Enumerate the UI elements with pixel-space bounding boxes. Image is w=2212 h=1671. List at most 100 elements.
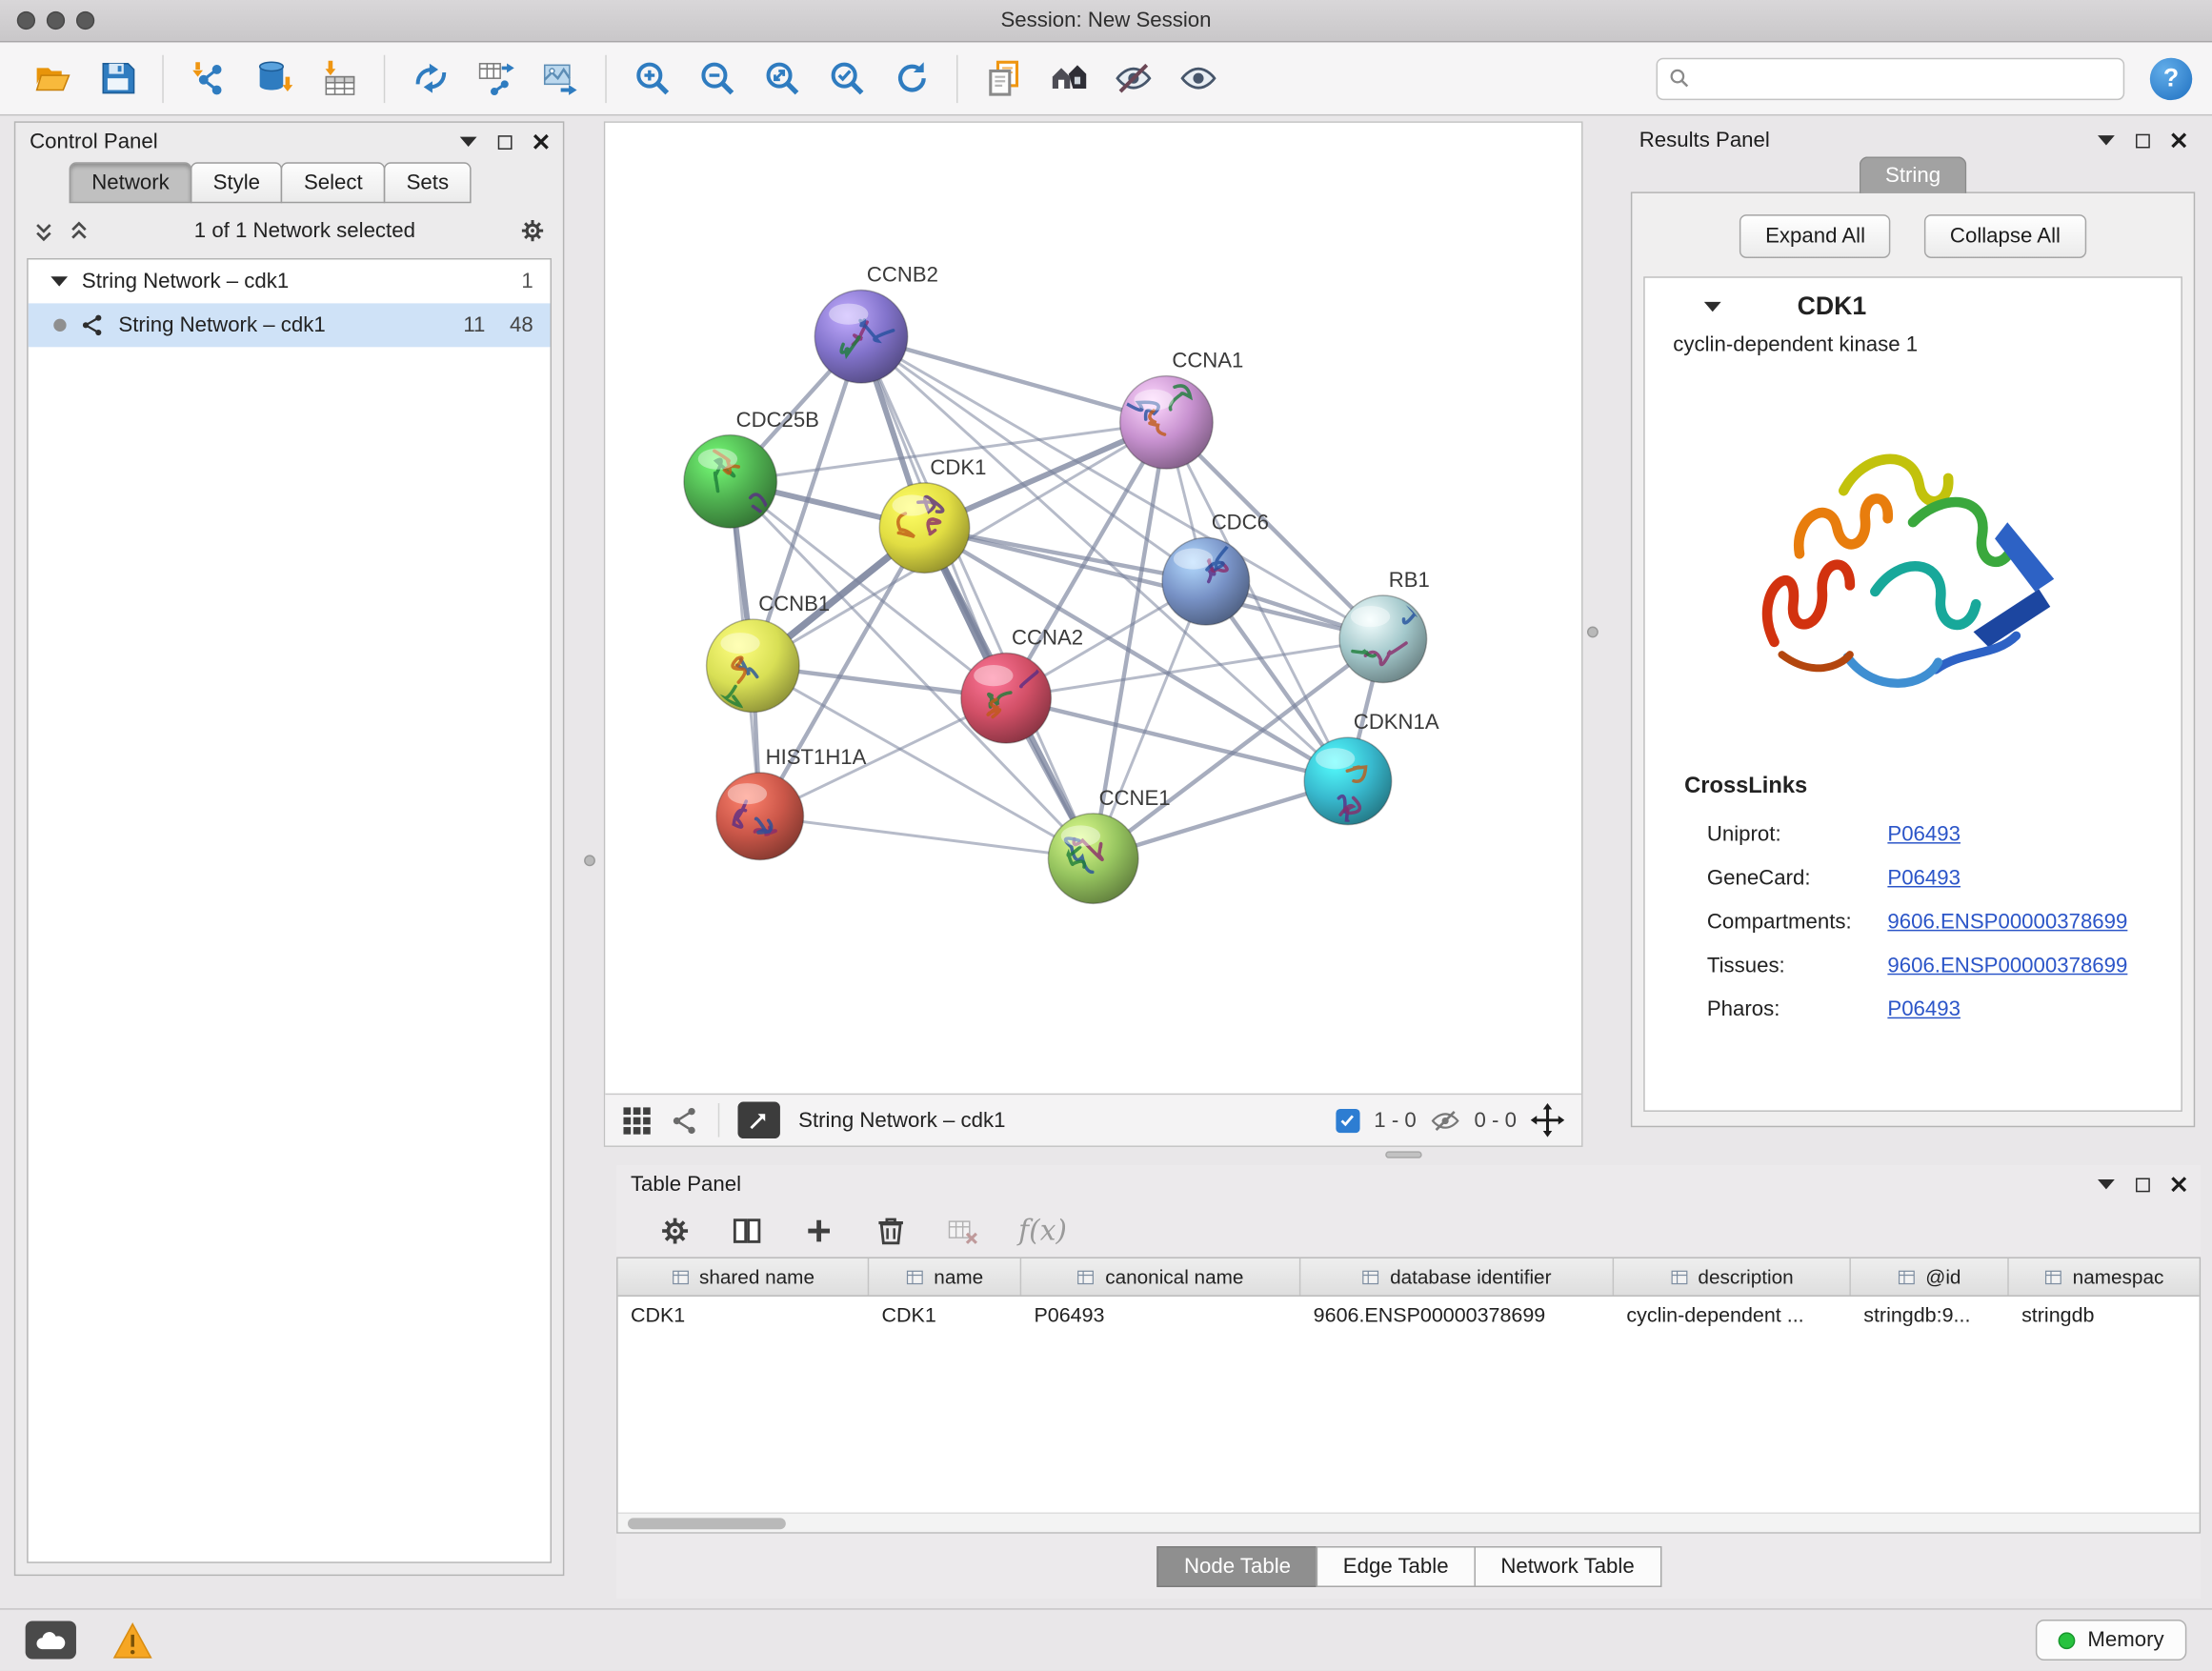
network-node[interactable]: HIST1H1A: [716, 745, 867, 859]
import-network-database-button[interactable]: [241, 49, 306, 108]
network-row-selected[interactable]: String Network – cdk1 11 48: [29, 303, 551, 347]
warning-icon[interactable]: [112, 1621, 151, 1659]
panel-close-icon[interactable]: [2171, 1177, 2186, 1192]
tab-node-table[interactable]: Node Table: [1157, 1546, 1317, 1587]
cell-database-identifier[interactable]: 9606.ENSP00000378699: [1300, 1305, 1614, 1328]
cloud-icon[interactable]: [26, 1621, 76, 1660]
zoom-selected-button[interactable]: [814, 49, 878, 108]
cell-id[interactable]: stringdb:9...: [1851, 1305, 2009, 1328]
delete-column-trash-icon[interactable]: [875, 1214, 907, 1246]
column-header[interactable]: namespac: [2009, 1258, 2200, 1296]
network-edge[interactable]: [760, 816, 1094, 858]
crosslink-genecard[interactable]: P06493: [1887, 866, 1961, 890]
gene-collapse-icon[interactable]: [1704, 302, 1721, 312]
column-header[interactable]: @id: [1851, 1258, 2009, 1296]
search-input[interactable]: [1699, 67, 2112, 90]
horizontal-scrollbar[interactable]: [618, 1512, 2200, 1532]
selected-checkbox-icon[interactable]: [1336, 1108, 1359, 1132]
panel-float-icon[interactable]: [2136, 1178, 2150, 1192]
new-network-icon: [412, 59, 450, 97]
network-node[interactable]: RB1: [1339, 568, 1430, 682]
column-header[interactable]: description: [1614, 1258, 1851, 1296]
hide-selected-button[interactable]: [1100, 49, 1165, 108]
table-settings-gear-icon[interactable]: [659, 1214, 692, 1246]
scrollbar-thumb[interactable]: [628, 1518, 786, 1529]
splitter-handle[interactable]: [1385, 1151, 1422, 1158]
add-column-plus-icon[interactable]: [803, 1214, 835, 1246]
birdseye-icon[interactable]: [670, 1105, 699, 1135]
expand-tree-icon[interactable]: [32, 219, 55, 242]
open-session-button[interactable]: [20, 49, 85, 108]
tab-network-table[interactable]: Network Table: [1474, 1546, 1661, 1587]
splitter-handle[interactable]: [584, 855, 595, 866]
tab-select[interactable]: Select: [281, 162, 385, 203]
zoom-out-button[interactable]: [684, 49, 749, 108]
network-node[interactable]: CCNA1: [1120, 349, 1244, 469]
panel-collapse-icon[interactable]: [2098, 135, 2115, 145]
column-header[interactable]: name: [869, 1258, 1021, 1296]
tab-style[interactable]: Style: [191, 162, 283, 203]
new-network-from-table-button[interactable]: [463, 49, 528, 108]
tab-string[interactable]: String: [1860, 156, 1965, 193]
crosslink-pharos[interactable]: P06493: [1887, 997, 1961, 1021]
import-network-file-button[interactable]: [176, 49, 241, 108]
network-options-gear-icon[interactable]: [519, 217, 546, 244]
annotation-mode-button[interactable]: [737, 1102, 779, 1139]
column-header[interactable]: canonical name: [1021, 1258, 1300, 1296]
network-node[interactable]: CCNB1: [707, 592, 831, 712]
toolbar-separator: [162, 54, 163, 102]
export-image-button[interactable]: [528, 49, 593, 108]
network-node[interactable]: CCNB2: [814, 263, 938, 383]
zoom-in-button[interactable]: [619, 49, 684, 108]
panel-close-icon[interactable]: [2171, 132, 2186, 148]
grid-icon[interactable]: [622, 1105, 652, 1135]
select-columns-icon[interactable]: [731, 1214, 763, 1246]
collapse-tree-icon[interactable]: [68, 219, 90, 242]
tab-network[interactable]: Network: [70, 162, 192, 203]
collection-expand-icon[interactable]: [50, 276, 68, 286]
window-minimize-button[interactable]: [47, 11, 65, 30]
crosslink-compartments[interactable]: 9606.ENSP00000378699: [1887, 910, 2127, 934]
tab-edge-table[interactable]: Edge Table: [1317, 1546, 1476, 1587]
new-network-button[interactable]: [398, 49, 463, 108]
network-edge[interactable]: [861, 336, 1094, 858]
memory-button[interactable]: Memory: [2036, 1620, 2187, 1661]
tab-sets[interactable]: Sets: [384, 162, 472, 203]
cell-namespace[interactable]: stringdb: [2009, 1305, 2200, 1328]
panel-float-icon[interactable]: [2136, 133, 2150, 148]
panel-float-icon[interactable]: [498, 134, 513, 149]
cell-description[interactable]: cyclin-dependent ...: [1614, 1305, 1851, 1328]
window-zoom-button[interactable]: [76, 11, 94, 30]
zoom-fit-button[interactable]: [749, 49, 814, 108]
network-node[interactable]: CDC25B: [684, 408, 819, 528]
collapse-all-button[interactable]: Collapse All: [1924, 214, 2085, 258]
cell-name[interactable]: CDK1: [869, 1305, 1021, 1328]
network-node[interactable]: CDKN1A: [1304, 710, 1439, 834]
function-builder-icon[interactable]: f(x): [1018, 1214, 1067, 1248]
cell-canonical-name[interactable]: P06493: [1021, 1305, 1300, 1328]
window-close-button[interactable]: [17, 11, 35, 30]
network-collection-row[interactable]: String Network – cdk1 1: [29, 259, 551, 303]
splitter-handle[interactable]: [1587, 627, 1599, 638]
show-all-button[interactable]: [1165, 49, 1230, 108]
copy-button[interactable]: [971, 49, 1036, 108]
refresh-network-button[interactable]: [879, 49, 944, 108]
table-row[interactable]: CDK1 CDK1 P06493 9606.ENSP00000378699 cy…: [618, 1297, 2200, 1336]
panel-collapse-icon[interactable]: [2098, 1179, 2115, 1189]
network-canvas[interactable]: CCNB2CCNA1CDC25BCDK1CDC6RB1CCNB1CCNA2CDK…: [605, 123, 1581, 1094]
hidden-eye-slash-icon[interactable]: [1431, 1105, 1460, 1135]
column-header[interactable]: shared name: [618, 1258, 870, 1296]
crosslink-tissues[interactable]: 9606.ENSP00000378699: [1887, 954, 2127, 977]
network-overview-button[interactable]: [1036, 49, 1100, 108]
crosslink-uniprot[interactable]: P06493: [1887, 822, 1961, 846]
panel-close-icon[interactable]: [533, 134, 549, 150]
import-table-button[interactable]: [306, 49, 371, 108]
crosslink-row: Pharos: P06493: [1707, 988, 2182, 1032]
help-button[interactable]: ?: [2150, 57, 2192, 99]
column-header[interactable]: database identifier: [1300, 1258, 1614, 1296]
panel-collapse-icon[interactable]: [460, 137, 477, 147]
cell-shared-name[interactable]: CDK1: [618, 1305, 870, 1328]
crosshair-icon[interactable]: [1531, 1103, 1565, 1137]
expand-all-button[interactable]: Expand All: [1739, 214, 1890, 258]
save-session-button[interactable]: [85, 49, 150, 108]
